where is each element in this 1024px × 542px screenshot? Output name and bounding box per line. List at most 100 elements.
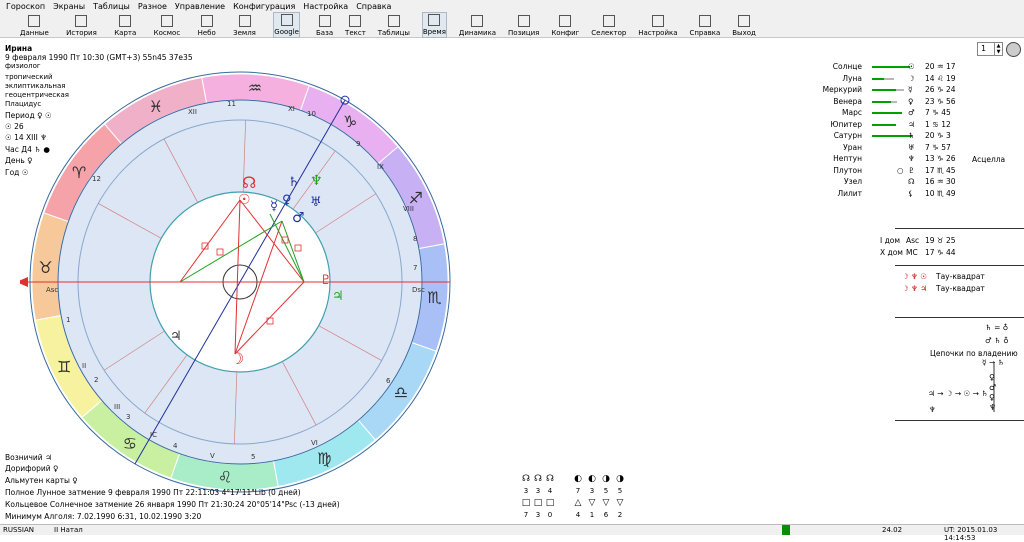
- settings-round-icon[interactable]: [1006, 42, 1021, 57]
- planet-row[interactable]: Юпитер ♃ 1 ♋ 12: [800, 120, 975, 131]
- house-label: VI: [311, 439, 318, 447]
- planet-row[interactable]: Меркурий ☿ 26 ♑ 24: [800, 85, 975, 96]
- menu-item-0[interactable]: Гороскоп: [2, 2, 49, 11]
- toolbar-button-database[interactable]: База: [316, 12, 333, 38]
- toolbar-button-cosmos[interactable]: Космос: [154, 12, 180, 38]
- planet-name: Лилит: [837, 188, 862, 198]
- planet-glyph-icon[interactable]: ♀: [282, 193, 292, 208]
- spinner-arrows-icon[interactable]: ▲ ▼: [994, 43, 1002, 55]
- planet-row[interactable]: Уран ♅ 7 ♑ 57: [800, 143, 975, 154]
- aspect-count: 3: [523, 487, 529, 495]
- planet-glyph-icon[interactable]: ♂: [292, 210, 305, 226]
- aspect-symbol: ◑: [616, 474, 624, 484]
- toolbar-button-history[interactable]: История: [66, 12, 97, 38]
- toolbar-button-time[interactable]: Время: [421, 12, 447, 38]
- planet-glyph-icon[interactable]: ☿: [270, 199, 278, 214]
- toolbar-button-selector[interactable]: Селектор: [591, 12, 626, 38]
- planet-glyph-icon[interactable]: ♃: [170, 329, 182, 344]
- toolbar-button-text[interactable]: Текст: [345, 12, 366, 38]
- natal-chart-wheel[interactable]: ♈♉♊♋♌♍♎♏♐♑♒♓ XII11XI109IXVIII87Dsc6VI5V4I…: [20, 64, 460, 504]
- help-icon: [698, 15, 711, 27]
- menu-item-5[interactable]: Конфигурация: [229, 2, 299, 11]
- toolbar-label: Настройка: [638, 29, 678, 37]
- chart-setting: геоцентрическая: [5, 91, 70, 99]
- planet-glyph-icon[interactable]: ♆: [310, 173, 323, 189]
- strength-bar: [872, 100, 891, 103]
- house-label: IC: [150, 431, 157, 439]
- aspect-symbol: □: [545, 498, 555, 508]
- planet-row[interactable]: Луна ☽ 14 ♌ 19: [800, 74, 975, 85]
- planet-glyph-icon[interactable]: ☊: [242, 173, 256, 192]
- toolbar-button-google[interactable]: Google: [273, 12, 300, 38]
- birth-datetime: 9 февраля 1990 Пт 10:30 (GMT+3) 55n45 37…: [5, 53, 193, 62]
- toolbar-button-settings[interactable]: Настройка: [638, 12, 678, 38]
- earth-icon: [238, 15, 251, 27]
- toolbar-label: Текст: [345, 29, 366, 37]
- planet-glyph-icon[interactable]: ☉: [238, 192, 251, 208]
- menu-item-1[interactable]: Экраны: [49, 2, 89, 11]
- planet-position: 14 ♌ 19: [925, 73, 956, 83]
- menu-item-4[interactable]: Управление: [171, 2, 229, 11]
- aspect-count: 4: [547, 487, 553, 495]
- planet-row[interactable]: Нептун ♆ 13 ♑ 26: [800, 154, 975, 165]
- planet-glyph-icon[interactable]: ☽: [230, 349, 244, 368]
- aspect-count: 3: [589, 487, 595, 495]
- planet-glyph-icon[interactable]: ♇: [320, 273, 332, 288]
- aspect-count: 5: [603, 487, 609, 495]
- planet-glyph-icon[interactable]: ♅: [310, 195, 322, 210]
- planet-name: Нептун: [833, 154, 862, 163]
- toolbar-button-sky[interactable]: Небо: [198, 12, 216, 38]
- toolbar-button-tables[interactable]: Таблицы: [378, 12, 410, 38]
- dorifory: Дорифорий ♀: [5, 464, 59, 473]
- planet-name: Плутон: [833, 165, 862, 175]
- menu-item-3[interactable]: Разное: [134, 2, 171, 11]
- aspect-symbol: ▽: [616, 498, 624, 508]
- planet-position: 16 ♒ 30: [925, 177, 956, 186]
- menu-item-2[interactable]: Таблицы: [89, 2, 134, 11]
- toolbar-button-earth[interactable]: Земля: [233, 12, 256, 38]
- zodiac-sign-glyph: ♍: [317, 449, 331, 468]
- config-label: Тау-квадрат: [936, 272, 985, 281]
- toolbar-button-chart[interactable]: Карта: [114, 12, 136, 38]
- toolbar-button-config[interactable]: Конфиг: [551, 12, 579, 38]
- chart-setting: эклиптикальная: [5, 82, 66, 90]
- planet-row[interactable]: Сатурн ♄ 20 ♑ 3: [800, 131, 975, 142]
- toolbar-button-exit[interactable]: Выход: [732, 12, 756, 38]
- page-spinner[interactable]: 1 ▲ ▼: [977, 42, 1003, 56]
- house-label: 7: [413, 264, 417, 272]
- planet-glyph: ♀: [908, 96, 914, 106]
- planet-glyph-icon[interactable]: ♄: [288, 175, 300, 190]
- planet-position: 7 ♑ 45: [925, 108, 951, 117]
- status-ut: UT: 2015.01.03 14:14:53: [944, 526, 998, 542]
- house-label: 4: [173, 442, 178, 450]
- zodiac-sign-glyph: ♊: [57, 357, 71, 376]
- toolbar-button-dynamics[interactable]: Динамика: [459, 12, 496, 38]
- planet-row[interactable]: Лилит ⚸ 10 ♏ 49: [800, 189, 975, 200]
- toolbar-button-data[interactable]: Данные: [20, 12, 49, 38]
- planet-row[interactable]: Венера ♀ 23 ♑ 56: [800, 97, 975, 108]
- house-label: 8: [413, 235, 417, 243]
- planet-row[interactable]: Плутон ○ ♇ 17 ♏ 45: [800, 166, 975, 177]
- planet-glyph: ☉: [908, 62, 915, 71]
- svg-text:♀: ♀: [989, 373, 995, 382]
- planet-row[interactable]: Марс ♂ 7 ♑ 45: [800, 108, 975, 119]
- status-green-indicator: [782, 525, 790, 535]
- menu-item-7[interactable]: Справка: [352, 2, 395, 11]
- menu-item-6[interactable]: Настройка: [299, 2, 352, 11]
- divider: [895, 228, 1024, 229]
- planet-glyph: ☽: [908, 73, 915, 83]
- planet-row[interactable]: Солнце ☉ 20 ♒ 17: [800, 62, 975, 73]
- aspect-count: 0: [547, 511, 553, 519]
- planet-row[interactable]: Узел ☊ 16 ♒ 30: [800, 177, 975, 188]
- aspect-symbol: ▽: [588, 498, 596, 508]
- toolbar-button-help[interactable]: Справка: [689, 12, 720, 38]
- aspect-symbol: □: [521, 498, 531, 508]
- zodiac-sign-glyph: ♑: [343, 112, 357, 131]
- toolbar-button-position[interactable]: Позиция: [508, 12, 539, 38]
- house-label: XI: [288, 105, 295, 113]
- house-label: VIII: [403, 205, 414, 213]
- planet-glyph-icon[interactable]: ♃: [332, 289, 344, 304]
- aspect-count: 7: [575, 487, 581, 495]
- status-bar: RUSSIAN II Натал 24.02 UT: 2015.01.03 14…: [0, 524, 1024, 542]
- strength-bar: [872, 112, 902, 114]
